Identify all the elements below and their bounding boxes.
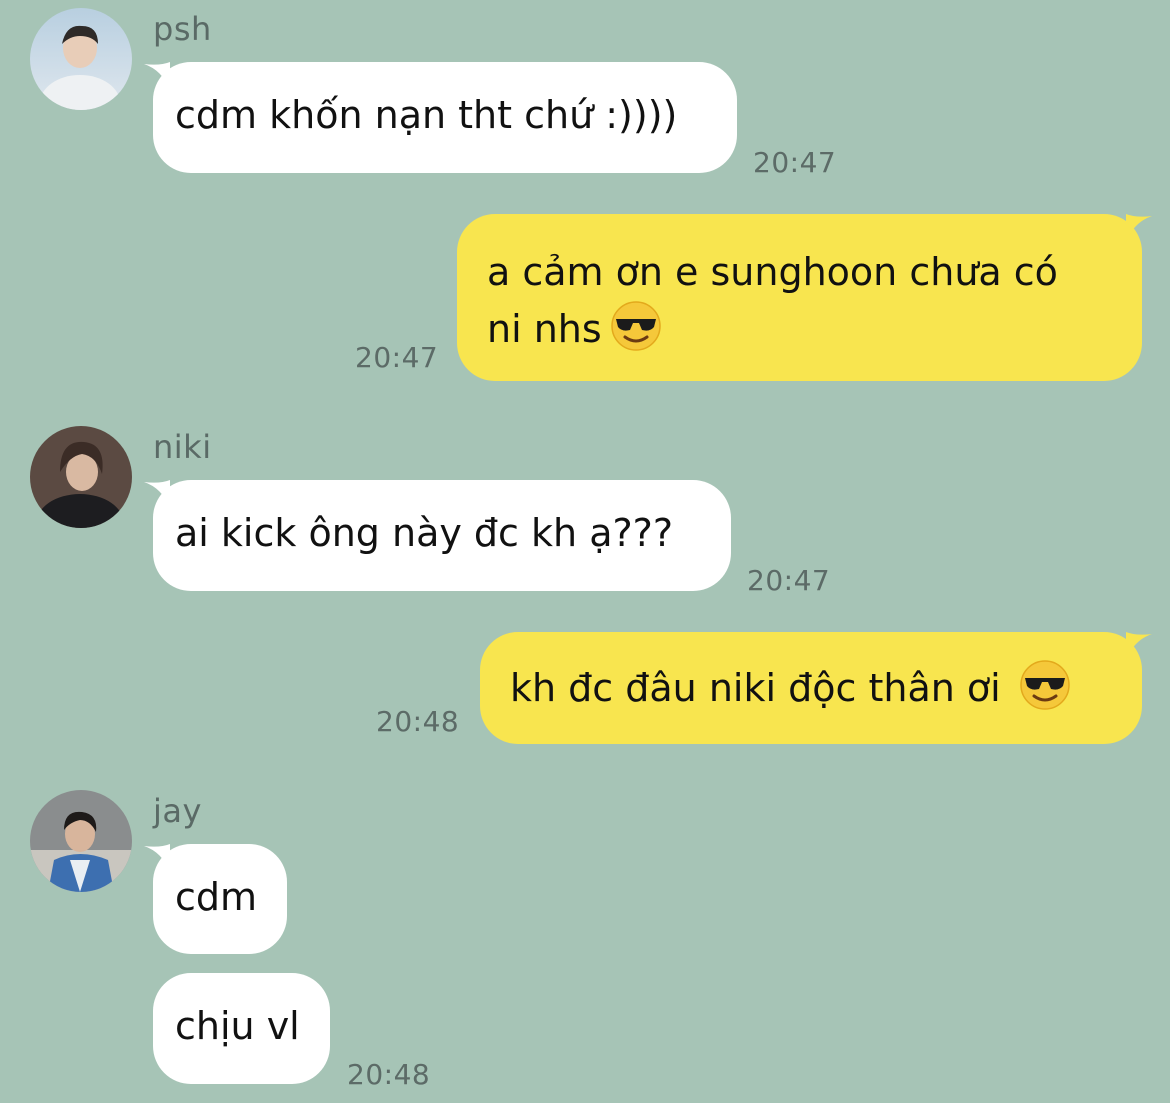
message-time: 20:47 bbox=[753, 146, 837, 179]
bubble-tail bbox=[1126, 632, 1152, 660]
message-text: a cảm ơn e sunghoon chưa có bbox=[487, 250, 1058, 294]
message-bubble[interactable]: cdm bbox=[153, 844, 287, 954]
message-time: 20:47 bbox=[747, 564, 831, 597]
message-bubble[interactable]: cdm khốn nạn tht chứ :)))) bbox=[153, 62, 737, 173]
chat-thread[interactable]: psh cdm khốn nạn tht chứ :)))) 20:47 20:… bbox=[0, 0, 1170, 1103]
message-text: cdm bbox=[175, 875, 258, 919]
avatar-psh[interactable] bbox=[30, 8, 132, 110]
message-text: ni nhs bbox=[487, 307, 602, 351]
message-time: 20:48 bbox=[376, 705, 460, 738]
message-bubble[interactable]: kh đc đâu niki độc thân ơi bbox=[480, 632, 1142, 744]
message-time: 20:48 bbox=[347, 1058, 431, 1091]
avatar-jay[interactable] bbox=[30, 790, 132, 892]
smiling-face-with-sunglasses-icon bbox=[1019, 660, 1070, 710]
message-text: kh đc đâu niki độc thân ơi bbox=[510, 666, 1001, 710]
message-text: ai kick ông này đc kh ạ??? bbox=[175, 511, 673, 555]
message-text: cdm khốn nạn tht chứ :)))) bbox=[175, 93, 678, 137]
sender-name: jay bbox=[153, 792, 202, 830]
sender-name: psh bbox=[153, 10, 212, 48]
bubble-tail bbox=[1126, 214, 1152, 242]
sender-name: niki bbox=[153, 428, 212, 466]
smiling-face-with-sunglasses-icon bbox=[610, 301, 661, 351]
message-bubble[interactable]: ai kick ông này đc kh ạ??? bbox=[153, 480, 731, 591]
avatar-niki[interactable] bbox=[30, 426, 132, 528]
message-text: chịu vl bbox=[175, 1004, 300, 1048]
message-time: 20:47 bbox=[355, 341, 439, 374]
message-bubble[interactable]: chịu vl bbox=[153, 973, 330, 1084]
message-bubble[interactable]: a cảm ơn e sunghoon chưa có ni nhs bbox=[457, 214, 1142, 381]
